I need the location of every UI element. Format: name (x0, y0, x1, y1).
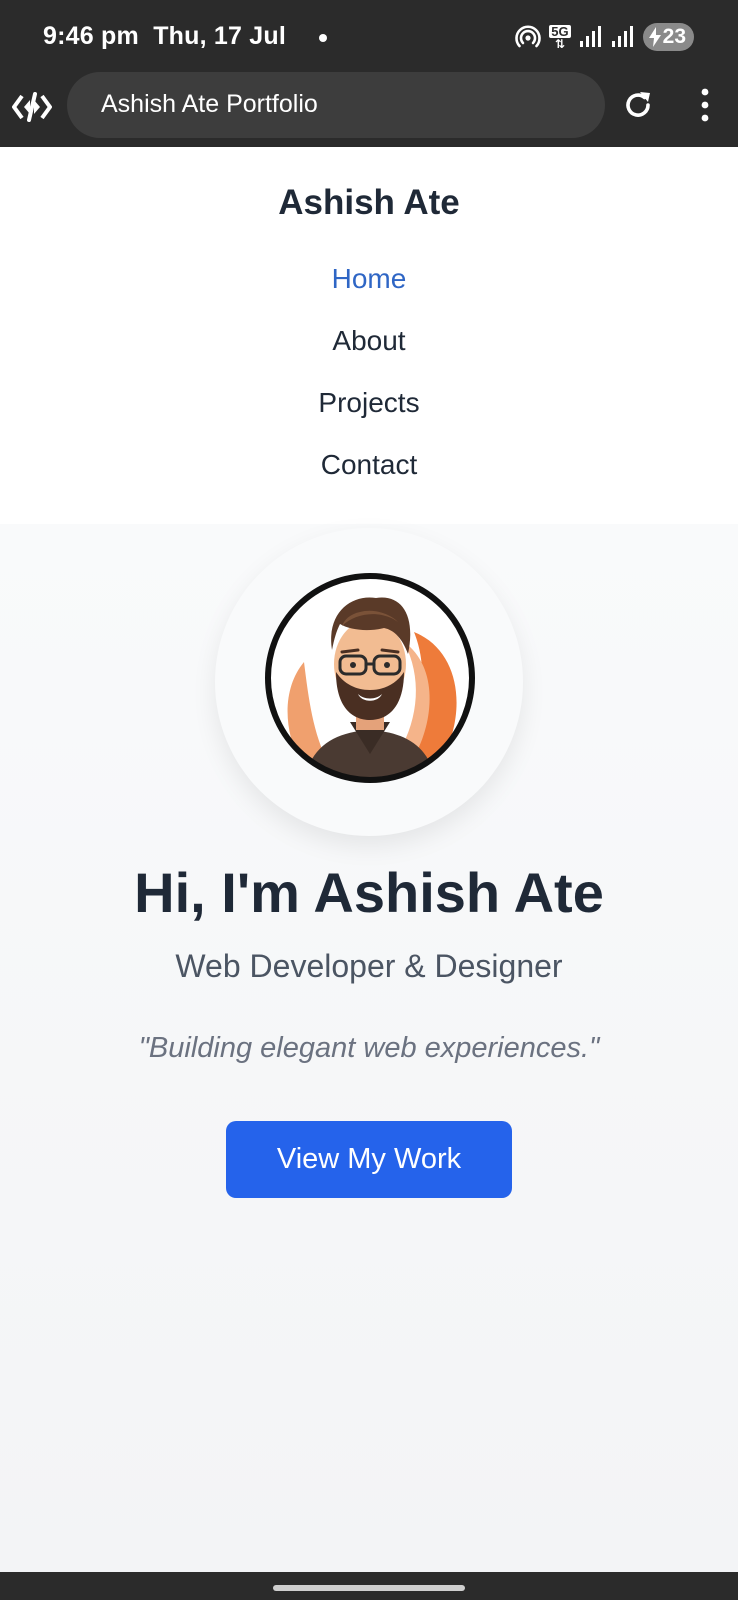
battery-level: 23 (662, 25, 686, 48)
status-time: 9:46 pm Thu, 17 Jul (43, 22, 286, 51)
view-my-work-button[interactable]: View My Work (226, 1121, 512, 1198)
site-brand[interactable]: Ashish Ate (0, 183, 738, 223)
hero-subtitle: Web Developer & Designer (175, 948, 563, 984)
network-label: 5G (549, 23, 571, 39)
signal-icon (611, 26, 633, 47)
system-navigation-bar (0, 1572, 738, 1600)
nav-item-projects[interactable]: Projects (0, 383, 738, 445)
avatar-frame (215, 528, 523, 836)
devtools-icon[interactable] (12, 90, 52, 124)
nav-item-about[interactable]: About (0, 321, 738, 383)
hero-quote: "Building elegant web experiences." (138, 1032, 600, 1064)
status-icons: 5G ⇅ 23 (515, 22, 694, 52)
hero-section: Hi, I'm Ashish Ate Web Developer & Desig… (0, 524, 738, 1572)
charging-icon (648, 27, 661, 47)
address-bar-title: Ashish Ate Portfolio (101, 90, 318, 118)
notification-dot (319, 34, 327, 42)
nav-item-home[interactable]: Home (0, 259, 738, 321)
menu-icon[interactable] (690, 86, 720, 124)
address-bar[interactable]: Ashish Ate Portfolio (67, 72, 605, 138)
battery-indicator: 23 (642, 23, 694, 51)
5g-icon: 5G ⇅ (549, 23, 571, 51)
hotspot-icon (515, 25, 542, 48)
nav-item-contact[interactable]: Contact (0, 445, 738, 507)
reload-icon[interactable] (620, 87, 656, 123)
gesture-handle[interactable] (273, 1585, 465, 1591)
site-header: Ashish Ate Home About Projects Contact (0, 147, 738, 524)
status-bar: 9:46 pm Thu, 17 Jul 5G ⇅ 23 (0, 0, 738, 72)
hero-title: Hi, I'm Ashish Ate (134, 861, 604, 924)
main-nav: Home About Projects Contact (0, 259, 738, 507)
signal-icon (579, 26, 601, 47)
browser-toolbar: Ashish Ate Portfolio (0, 72, 738, 147)
avatar (265, 573, 475, 783)
status-clock: 9:46 pm (43, 22, 139, 50)
status-date: Thu, 17 Jul (153, 22, 286, 50)
